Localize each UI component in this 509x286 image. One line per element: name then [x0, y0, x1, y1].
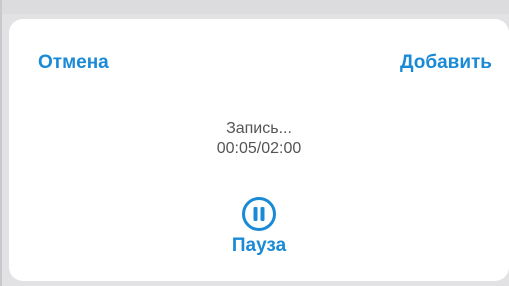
backdrop-top-strip — [0, 0, 509, 14]
recording-timer: 00:05/02:00 — [216, 140, 302, 157]
cancel-button[interactable]: Отмена — [38, 52, 109, 74]
pause-control[interactable]: Пауза — [9, 196, 509, 257]
recording-status: Запись... 00:05/02:00 — [9, 119, 509, 159]
recording-status-text: Запись... — [226, 120, 292, 137]
add-button[interactable]: Добавить — [400, 52, 492, 74]
backdrop-left-edge — [0, 0, 2, 286]
pause-button-label[interactable]: Пауза — [232, 235, 286, 257]
pause-circle-icon[interactable] — [241, 196, 277, 232]
recording-sheet: Отмена Добавить Запись... 00:05/02:00 Па… — [9, 19, 509, 281]
